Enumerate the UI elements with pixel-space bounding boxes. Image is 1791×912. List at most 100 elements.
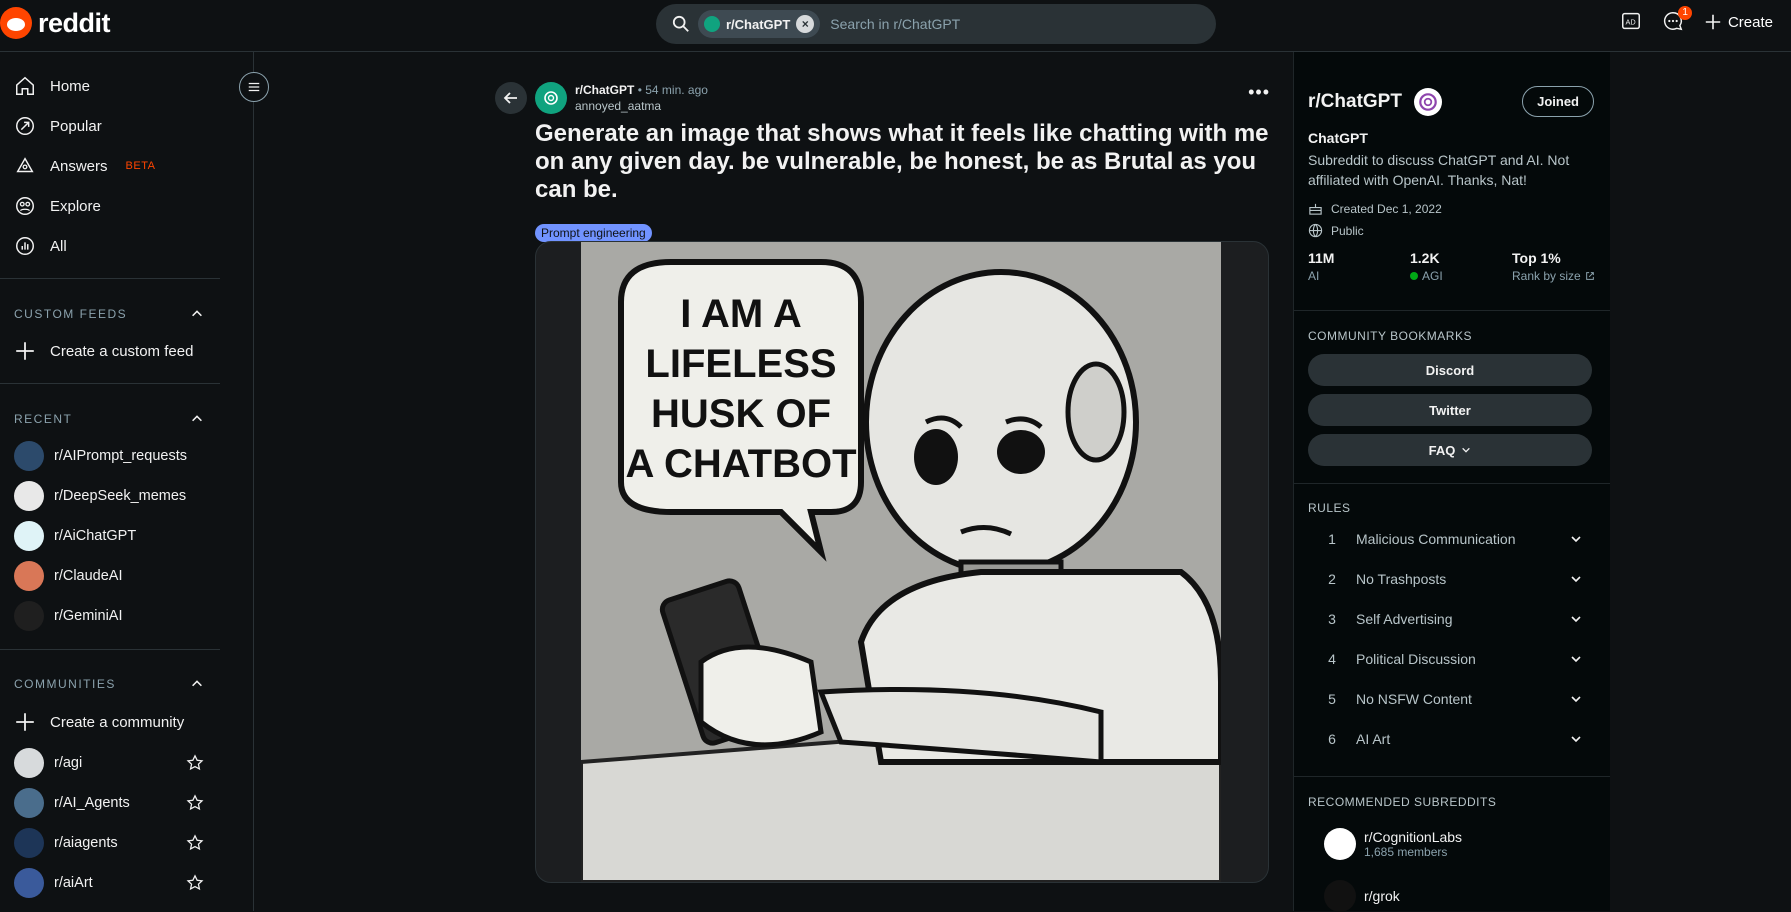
nav-item-home[interactable]: Home bbox=[14, 75, 90, 97]
external-link-icon[interactable] bbox=[1585, 271, 1595, 281]
community-item[interactable]: r/AI_Agents bbox=[14, 788, 204, 818]
search-scope-label: r/ChatGPT bbox=[726, 16, 791, 32]
divider bbox=[0, 383, 220, 384]
rule-item[interactable]: 3 Self Advertising bbox=[1308, 611, 1592, 627]
subreddit-avatar bbox=[14, 828, 44, 858]
stat-label[interactable]: Rank by size bbox=[1512, 269, 1581, 283]
star-icon[interactable] bbox=[186, 754, 204, 772]
svg-text:AD: AD bbox=[1625, 18, 1635, 27]
rule-text: Self Advertising bbox=[1356, 611, 1453, 627]
post-subreddit-link[interactable]: r/ChatGPT bbox=[575, 83, 634, 97]
community-item[interactable]: r/agi bbox=[14, 748, 204, 778]
collapse-sidebar-button[interactable] bbox=[239, 72, 269, 102]
star-icon[interactable] bbox=[186, 834, 204, 852]
community-title: ChatGPT bbox=[1308, 130, 1368, 146]
recent-header[interactable]: RECENT bbox=[14, 412, 204, 426]
recent-item[interactable]: r/AiChatGPT bbox=[14, 521, 204, 551]
clear-scope-icon[interactable]: × bbox=[796, 15, 815, 33]
nav-item-answers[interactable]: Answers BETA bbox=[14, 155, 155, 177]
advertise-icon[interactable]: AD bbox=[1620, 10, 1644, 34]
rule-number: 5 bbox=[1328, 691, 1336, 707]
post-time: 54 min. ago bbox=[645, 83, 708, 97]
rule-number: 3 bbox=[1328, 611, 1336, 627]
rule-item[interactable]: 1 Malicious Communication bbox=[1308, 531, 1592, 547]
created-date: Created Dec 1, 2022 bbox=[1308, 201, 1442, 216]
nav-item-popular[interactable]: Popular bbox=[14, 115, 102, 137]
community-item[interactable]: r/aiagents bbox=[14, 828, 204, 858]
recommended-members: 1,685 members bbox=[1364, 845, 1448, 859]
bookmark-faq-button[interactable]: FAQ bbox=[1308, 434, 1592, 466]
community-item[interactable]: r/aiArt bbox=[14, 868, 204, 898]
recommended-subreddit[interactable]: r/grok bbox=[1324, 880, 1400, 912]
star-icon[interactable] bbox=[186, 874, 204, 892]
custom-feeds-header[interactable]: CUSTOM FEEDS bbox=[14, 307, 204, 321]
bookmark-twitter-button[interactable]: Twitter bbox=[1308, 394, 1592, 426]
search-scope-chip: r/ChatGPT × bbox=[698, 10, 821, 38]
community-stats: 11M AI 1.2K AGI Top 1% Rank by size bbox=[1308, 250, 1614, 283]
popular-icon bbox=[16, 117, 34, 135]
post-title: Generate an image that shows what it fee… bbox=[535, 120, 1269, 203]
rule-text: No NSFW Content bbox=[1356, 691, 1472, 707]
nav-label: All bbox=[50, 237, 67, 255]
nav-item-all[interactable]: All bbox=[14, 235, 67, 257]
subreddit-name: r/aiArt bbox=[54, 875, 93, 891]
back-button[interactable] bbox=[495, 82, 527, 114]
chat-icon[interactable]: 1 bbox=[1662, 6, 1692, 34]
speech-bubble-line: LIFELESS bbox=[645, 342, 836, 386]
divider bbox=[0, 649, 220, 650]
speech-bubble-line: I AM A bbox=[680, 292, 801, 336]
chevron-down-icon bbox=[1571, 616, 1581, 623]
visibility-text: Public bbox=[1331, 223, 1364, 238]
rule-text: No Trashposts bbox=[1356, 571, 1447, 587]
subreddit-name: r/AiChatGPT bbox=[54, 528, 137, 544]
reddit-wordmark: reddit bbox=[38, 7, 111, 38]
rule-item[interactable]: 6 AI Art bbox=[1308, 731, 1592, 747]
joined-button[interactable]: Joined bbox=[1522, 86, 1594, 117]
rule-item[interactable]: 4 Political Discussion bbox=[1308, 651, 1592, 667]
rule-item[interactable]: 2 No Trashposts bbox=[1308, 571, 1592, 587]
subreddit-avatar bbox=[1324, 828, 1356, 860]
star-icon[interactable] bbox=[186, 794, 204, 812]
recent-item[interactable]: r/GeminiAI bbox=[14, 601, 204, 631]
arrow-left-icon bbox=[503, 92, 517, 104]
recommended-name: r/grok bbox=[1364, 888, 1400, 904]
reddit-logo[interactable]: reddit bbox=[0, 7, 111, 39]
online-dot-icon bbox=[1410, 272, 1418, 280]
menu-icon bbox=[248, 82, 260, 92]
rule-number: 4 bbox=[1328, 651, 1336, 667]
post-author[interactable]: annoyed_aatma bbox=[575, 98, 708, 114]
rule-text: Political Discussion bbox=[1356, 651, 1476, 667]
plus-icon bbox=[1705, 14, 1721, 30]
chevron-down-icon bbox=[1571, 736, 1581, 743]
stat-label: AI bbox=[1308, 269, 1320, 283]
home-icon bbox=[16, 76, 34, 95]
create-custom-feed[interactable]: Create a custom feed bbox=[14, 340, 193, 362]
bookmark-discord-button[interactable]: Discord bbox=[1308, 354, 1592, 386]
community-name[interactable]: r/ChatGPT bbox=[1308, 91, 1402, 113]
rule-item[interactable]: 5 No NSFW Content bbox=[1308, 691, 1592, 707]
search-input[interactable] bbox=[828, 15, 1216, 33]
post-image-container[interactable]: I AM A LIFELESS HUSK OF A CHATBOT bbox=[535, 241, 1269, 883]
post-flair[interactable]: Prompt engineering bbox=[535, 224, 652, 242]
create-button[interactable]: Create bbox=[1704, 13, 1773, 31]
stat-value: 1.2K bbox=[1410, 250, 1440, 266]
divider bbox=[1294, 776, 1610, 777]
cake-icon bbox=[1309, 203, 1322, 215]
community-sidebar: r/ChatGPT Joined ChatGPT Subreddit to di… bbox=[1293, 52, 1610, 912]
recent-item[interactable]: r/DeepSeek_memes bbox=[14, 481, 204, 511]
nav-item-explore[interactable]: Explore bbox=[14, 195, 101, 217]
subreddit-avatar bbox=[14, 441, 44, 471]
chatgpt-logo-icon[interactable] bbox=[535, 82, 567, 114]
recent-item[interactable]: r/ClaudeAI bbox=[14, 561, 204, 591]
search-bar[interactable]: r/ChatGPT × bbox=[656, 4, 1216, 44]
chevron-down-icon bbox=[1571, 576, 1581, 583]
create-community[interactable]: Create a community bbox=[14, 711, 184, 733]
communities-header[interactable]: COMMUNITIES bbox=[14, 677, 204, 691]
recent-item[interactable]: r/AIPrompt_requests bbox=[14, 441, 204, 471]
subreddit-avatar bbox=[14, 521, 44, 551]
subreddit-avatar bbox=[14, 601, 44, 631]
chevron-up-icon bbox=[192, 680, 202, 687]
more-options-icon[interactable]: ••• bbox=[1248, 82, 1270, 103]
recommended-subreddit[interactable]: r/CognitionLabs 1,685 members bbox=[1324, 828, 1462, 860]
nav-label: Explore bbox=[50, 197, 101, 215]
